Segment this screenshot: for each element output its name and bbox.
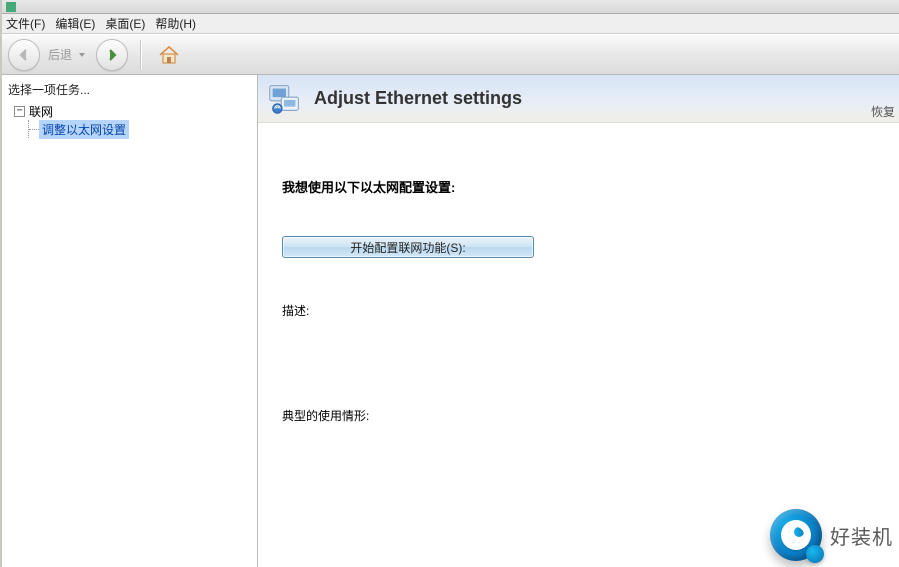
toolbar: 后退: [0, 34, 899, 75]
start-config-button[interactable]: 开始配置联网功能(S):: [282, 236, 534, 258]
restore-link[interactable]: 恢复: [871, 103, 895, 120]
menu-help[interactable]: 帮助(H): [155, 15, 196, 32]
sidebar: 选择一项任务... − 联网 调整以太网设置: [0, 75, 258, 567]
separator: [140, 40, 141, 70]
tree-root-row[interactable]: − 联网: [4, 102, 257, 120]
main-split: 选择一项任务... − 联网 调整以太网设置 Adjust Ethernet s: [0, 75, 899, 567]
typical-usage-label: 典型的使用情形:: [282, 407, 899, 424]
home-icon: [157, 43, 181, 67]
tree-line: [28, 120, 39, 138]
app-icon: [6, 2, 16, 12]
page-title: Adjust Ethernet settings: [314, 88, 522, 109]
content-body: 我想使用以下以太网配置设置: 开始配置联网功能(S): 描述: 典型的使用情形:: [258, 123, 899, 424]
tree-child-label[interactable]: 调整以太网设置: [39, 120, 129, 139]
menu-desktop[interactable]: 桌面(E): [105, 15, 145, 32]
menu-edit[interactable]: 编辑(E): [55, 15, 95, 32]
titlebar: [0, 0, 899, 14]
chevron-down-icon[interactable]: [78, 51, 86, 59]
arrow-right-icon: [104, 47, 120, 63]
tree: − 联网 调整以太网设置: [4, 100, 257, 138]
back-button[interactable]: [8, 39, 40, 71]
menubar: 文件(F) 编辑(E) 桌面(E) 帮助(H): [0, 14, 899, 34]
content-header: Adjust Ethernet settings 恢复: [258, 75, 899, 123]
intro-label: 我想使用以下以太网配置设置:: [282, 177, 899, 196]
task-label: 选择一项任务...: [4, 79, 257, 100]
expander-icon[interactable]: −: [14, 106, 25, 117]
forward-button[interactable]: [96, 39, 128, 71]
ethernet-icon: [266, 80, 304, 118]
content: Adjust Ethernet settings 恢复 我想使用以下以太网配置设…: [258, 75, 899, 567]
home-button[interactable]: [153, 39, 185, 71]
tree-child-row[interactable]: 调整以太网设置: [4, 120, 257, 138]
tree-root-label[interactable]: 联网: [29, 103, 53, 120]
menu-file[interactable]: 文件(F): [6, 15, 45, 32]
arrow-left-icon: [16, 47, 32, 63]
back-label: 后退: [48, 46, 72, 63]
description-label: 描述:: [282, 302, 899, 319]
